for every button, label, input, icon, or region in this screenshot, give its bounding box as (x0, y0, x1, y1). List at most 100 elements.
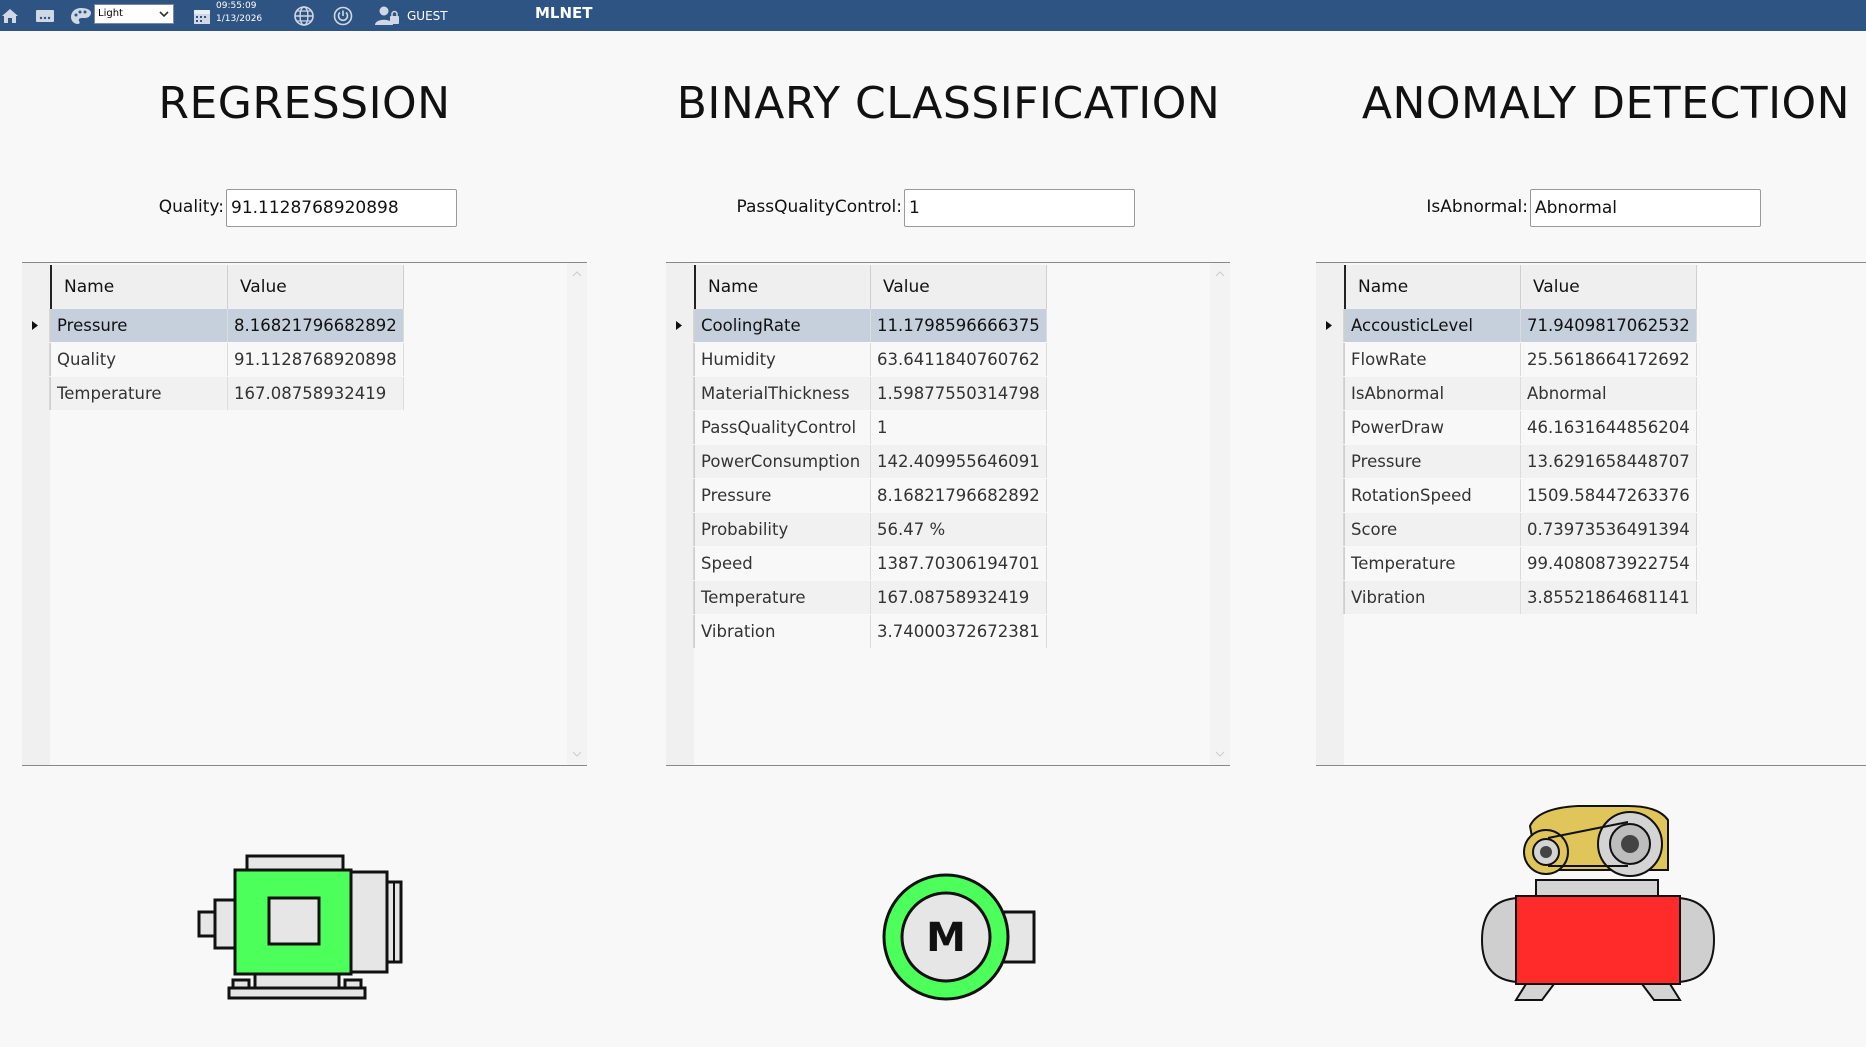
cell-value[interactable]: 1.59877550314798 (871, 377, 1047, 410)
cell-name[interactable]: Pressure (1344, 445, 1521, 478)
cell-value[interactable]: 56.47 % (871, 513, 1047, 546)
cell-name[interactable]: Score (1344, 513, 1521, 546)
column-header-name[interactable]: Name (1344, 265, 1521, 309)
home-icon[interactable] (0, 0, 20, 31)
cell-value[interactable]: 91.1128768920898 (228, 343, 404, 376)
cell-value[interactable]: 1387.70306194701 (871, 547, 1047, 580)
cell-value[interactable]: 1509.58447263376 (1521, 479, 1697, 512)
row-header[interactable] (666, 343, 694, 376)
row-header[interactable] (1316, 513, 1344, 546)
cell-value[interactable]: 71.9409817062532 (1521, 309, 1697, 342)
cell-value[interactable]: 63.6411840760762 (871, 343, 1047, 376)
row-header[interactable] (666, 411, 694, 444)
cell-value[interactable]: 11.1798596666375 (871, 309, 1047, 342)
table-row[interactable]: FlowRate 25.5618664172692 (1316, 343, 1697, 376)
scroll-down-icon[interactable] (572, 751, 582, 757)
theme-select[interactable]: Light (94, 4, 174, 24)
more-icon[interactable] (35, 0, 55, 31)
row-header[interactable] (22, 343, 50, 376)
binary-classification-grid[interactable]: Name Value CoolingRate 11.1798596666375 Hu… (666, 262, 1230, 766)
table-row[interactable]: Pressure 13.6291658448707 (1316, 445, 1697, 478)
cell-value[interactable]: 3.85521864681141 (1521, 581, 1697, 614)
palette-icon[interactable] (70, 0, 92, 31)
pass-quality-control-field[interactable] (904, 189, 1135, 227)
cell-value[interactable]: 99.4080873922754 (1521, 547, 1697, 580)
row-header[interactable] (666, 513, 694, 546)
scroll-up-icon[interactable] (1215, 271, 1225, 277)
cell-name[interactable]: Speed (694, 547, 871, 580)
cell-name[interactable]: RotationSpeed (1344, 479, 1521, 512)
row-header[interactable] (1316, 479, 1344, 512)
cell-name[interactable]: PowerConsumption (694, 445, 871, 478)
cell-name[interactable]: MaterialThickness (694, 377, 871, 410)
row-header[interactable] (666, 377, 694, 410)
table-row[interactable]: Score 0.73973536491394 (1316, 513, 1697, 546)
table-row[interactable]: CoolingRate 11.1798596666375 (666, 309, 1047, 342)
globe-icon[interactable] (293, 0, 315, 31)
row-header[interactable] (22, 309, 50, 342)
row-header[interactable] (666, 615, 694, 648)
power-icon[interactable] (333, 0, 353, 31)
cell-name[interactable]: Vibration (1344, 581, 1521, 614)
table-row[interactable]: Vibration 3.85521864681141 (1316, 581, 1697, 614)
row-header[interactable] (666, 479, 694, 512)
row-header[interactable] (1316, 445, 1344, 478)
table-row[interactable]: Temperature 99.4080873922754 (1316, 547, 1697, 580)
row-header[interactable] (1316, 343, 1344, 376)
cell-name[interactable]: Pressure (694, 479, 871, 512)
table-row[interactable]: AccousticLevel 71.9409817062532 (1316, 309, 1697, 342)
cell-value[interactable]: 1 (871, 411, 1047, 444)
column-header-value[interactable]: Value (1521, 265, 1697, 309)
vertical-scrollbar[interactable] (1210, 263, 1230, 765)
column-header-value[interactable]: Value (228, 265, 404, 309)
calendar-icon[interactable] (193, 0, 211, 31)
row-header[interactable] (1316, 309, 1344, 342)
table-row[interactable]: Pressure 8.16821796682892 (22, 309, 404, 342)
vertical-scrollbar[interactable] (567, 263, 587, 765)
table-row[interactable]: Temperature 167.08758932419 (666, 581, 1047, 614)
cell-value[interactable]: Abnormal (1521, 377, 1697, 410)
cell-name[interactable]: Temperature (50, 377, 228, 410)
table-row[interactable]: Vibration 3.74000372672381 (666, 615, 1047, 648)
row-header[interactable] (1316, 377, 1344, 410)
table-row[interactable]: Pressure 8.16821796682892 (666, 479, 1047, 512)
column-header-name[interactable]: Name (694, 265, 871, 309)
cell-name[interactable]: IsAbnormal (1344, 377, 1521, 410)
table-row[interactable]: PassQualityControl 1 (666, 411, 1047, 444)
row-header[interactable] (1316, 547, 1344, 580)
regression-grid[interactable]: Name Value Pressure 8.16821796682892 Quali… (22, 262, 587, 766)
cell-value[interactable]: 142.409955646091 (871, 445, 1047, 478)
table-row[interactable]: PowerConsumption 142.409955646091 (666, 445, 1047, 478)
cell-name[interactable]: Pressure (50, 309, 228, 342)
column-header-name[interactable]: Name (50, 265, 228, 309)
cell-value[interactable]: 8.16821796682892 (228, 309, 404, 342)
table-row[interactable]: RotationSpeed 1509.58447263376 (1316, 479, 1697, 512)
scroll-down-icon[interactable] (1215, 751, 1225, 757)
row-header[interactable] (1316, 411, 1344, 444)
cell-value[interactable]: 167.08758932419 (228, 377, 404, 410)
table-row[interactable]: PowerDraw 46.1631644856204 (1316, 411, 1697, 444)
row-header[interactable] (22, 377, 50, 410)
cell-value[interactable]: 13.6291658448707 (1521, 445, 1697, 478)
cell-name[interactable]: CoolingRate (694, 309, 871, 342)
cell-name[interactable]: Probability (694, 513, 871, 546)
cell-value[interactable]: 25.5618664172692 (1521, 343, 1697, 376)
cell-value[interactable]: 8.16821796682892 (871, 479, 1047, 512)
scroll-up-icon[interactable] (572, 271, 582, 277)
cell-name[interactable]: FlowRate (1344, 343, 1521, 376)
row-header[interactable] (666, 581, 694, 614)
anomaly-detection-grid[interactable]: Name Value AccousticLevel 71.940981706253… (1316, 262, 1866, 766)
is-abnormal-field[interactable] (1530, 189, 1761, 227)
table-row[interactable]: MaterialThickness 1.59877550314798 (666, 377, 1047, 410)
cell-name[interactable]: Temperature (694, 581, 871, 614)
cell-value[interactable]: 0.73973536491394 (1521, 513, 1697, 546)
column-header-value[interactable]: Value (871, 265, 1047, 309)
table-row[interactable]: Probability 56.47 % (666, 513, 1047, 546)
cell-value[interactable]: 3.74000372672381 (871, 615, 1047, 648)
row-header[interactable] (666, 309, 694, 342)
row-header[interactable] (1316, 581, 1344, 614)
cell-name[interactable]: PowerDraw (1344, 411, 1521, 444)
cell-name[interactable]: Vibration (694, 615, 871, 648)
cell-name[interactable]: Quality (50, 343, 228, 376)
cell-name[interactable]: PassQualityControl (694, 411, 871, 444)
